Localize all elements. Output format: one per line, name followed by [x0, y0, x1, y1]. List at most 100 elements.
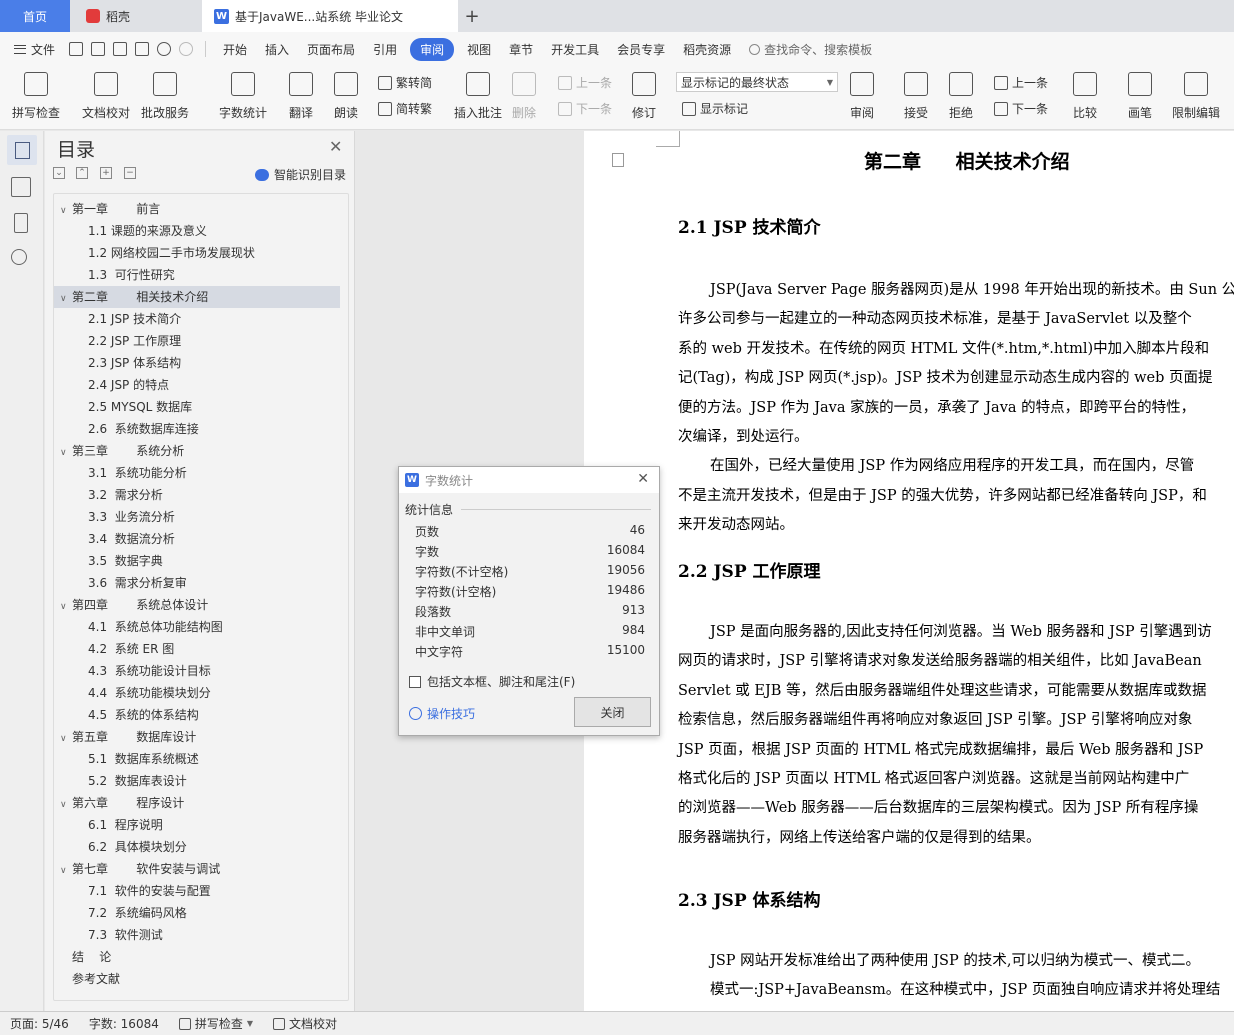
tab-document[interactable]: W 基于JavaWE...站系统 毕业论文 [202, 0, 458, 32]
toc-item[interactable]: 3.3 业务流分析 [88, 506, 175, 528]
chevron-down-icon[interactable]: ∨ [60, 442, 72, 464]
print-icon[interactable] [113, 42, 128, 56]
trad-to-simp-button[interactable]: 繁转简 [378, 74, 432, 91]
chevron-down-icon[interactable]: ∨ [60, 288, 72, 310]
read-aloud-button[interactable]: 朗读 [334, 68, 358, 121]
toc-item[interactable]: 3.5 数据字典 [88, 550, 163, 572]
save-icon[interactable] [69, 42, 84, 56]
pen-button[interactable]: 画笔 [1128, 68, 1152, 121]
toc-item[interactable]: 7.1 软件的安装与配置 [88, 880, 211, 902]
export-pdf-icon[interactable] [91, 42, 106, 56]
toc-item[interactable]: 2.1 JSP 技术简介 [88, 308, 181, 330]
menu-dev-tools[interactable]: 开发工具 [542, 41, 608, 58]
toc-item[interactable]: 4.1 系统总体功能结构图 [88, 616, 223, 638]
prev-comment-button[interactable]: 上一条 [558, 74, 612, 91]
compare-button[interactable]: 比较 [1073, 68, 1097, 121]
toc-item[interactable]: 2.2 JSP 工作原理 [88, 330, 181, 352]
include-textbox-checkbox[interactable]: 包括文本框、脚注和尾注(F) [409, 673, 575, 690]
translate-button[interactable]: 翻译 [289, 68, 313, 121]
chevron-down-icon[interactable]: ∨ [60, 728, 72, 750]
menu-insert[interactable]: 插入 [256, 41, 298, 58]
menu-daoke-resources[interactable]: 稻壳资源 [674, 41, 740, 58]
delete-comment-button[interactable]: 删除 [512, 68, 536, 121]
toc-item[interactable]: 1.3 可行性研究 [88, 264, 175, 286]
tab-daoke[interactable]: 稻壳 [72, 0, 200, 32]
expand-up-icon[interactable]: ⌃ [76, 167, 88, 179]
toc-item[interactable]: ∨ 第五章 数据库设计 [60, 726, 196, 748]
tips-link[interactable]: 操作技巧 [409, 705, 475, 722]
revise-button[interactable]: 修订 [632, 68, 656, 121]
menu-review[interactable]: 审阅 [410, 37, 455, 61]
redo-icon[interactable] [179, 42, 194, 56]
menu-member[interactable]: 会员专享 [608, 41, 674, 58]
tab-home[interactable]: 首页 [0, 0, 70, 32]
chevron-down-icon[interactable]: ∨ [60, 200, 72, 222]
page-indicator[interactable]: 页面: 5/46 [0, 1015, 79, 1032]
toc-item[interactable]: 7.3 软件测试 [88, 924, 163, 946]
annotate-service-button[interactable]: 批改服务 [141, 68, 189, 121]
menu-page-layout[interactable]: 页面布局 [298, 41, 364, 58]
close-button[interactable]: 关闭 [574, 697, 651, 727]
toc-item[interactable]: 5.2 数据库表设计 [88, 770, 187, 792]
search-icon[interactable] [11, 249, 27, 265]
toc-item[interactable]: 4.5 系统的体系结构 [88, 704, 199, 726]
markup-state-select[interactable]: 显示标记的最终状态 ▼ [676, 72, 838, 92]
collapse-all-icon[interactable]: ⌄ [53, 167, 65, 179]
toc-item[interactable]: 6.1 程序说明 [88, 814, 163, 836]
document-page[interactable]: 第二章 相关技术介绍 2.1 JSP 技术简介 JSP(Java Server … [584, 131, 1234, 1011]
new-tab-button[interactable]: + [462, 0, 482, 32]
chevron-down-icon[interactable]: ∨ [60, 596, 72, 618]
toc-item[interactable]: 5.1 数据库系统概述 [88, 748, 199, 770]
toc-item[interactable]: 4.3 系统功能设计目标 [88, 660, 211, 682]
paragraph-options-icon[interactable] [612, 153, 624, 167]
toc-item[interactable]: 1.2 网络校园二手市场发展现状 [88, 242, 255, 264]
toc-item[interactable]: 1.1 课题的来源及意义 [88, 220, 207, 242]
doccheck-status[interactable]: 文档校对 [263, 1015, 347, 1032]
preview-icon[interactable] [135, 42, 150, 56]
toc-item[interactable]: ∨ 第四章 系统总体设计 [60, 594, 208, 616]
show-markup-button[interactable]: 显示标记 [682, 100, 748, 117]
toc-item[interactable]: 3.4 数据流分析 [88, 528, 175, 550]
word-count-indicator[interactable]: 字数: 16084 [79, 1015, 169, 1032]
menu-reference[interactable]: 引用 [364, 41, 406, 58]
toc-item[interactable]: 2.5 MYSQL 数据库 [88, 396, 192, 418]
chevron-down-icon[interactable]: ∨ [60, 794, 72, 816]
toc-item[interactable]: 4.2 系统 ER 图 [88, 638, 174, 660]
toc-item[interactable]: 2.3 JSP 体系结构 [88, 352, 181, 374]
bookmark-icon[interactable] [14, 213, 28, 233]
doccheck-button[interactable]: 文档校对 [82, 68, 130, 121]
chevron-down-icon[interactable]: ∨ [60, 860, 72, 882]
close-icon[interactable]: ✕ [329, 137, 342, 156]
nav-pane-icon[interactable] [11, 177, 31, 197]
toc-item[interactable]: 3.1 系统功能分析 [88, 462, 187, 484]
accept-button[interactable]: 接受 [904, 68, 928, 121]
smart-toc-button[interactable]: 智能识别目录 [255, 166, 346, 183]
toc-item[interactable]: 2.4 JSP 的特点 [88, 374, 169, 396]
toc-panel-icon[interactable] [7, 135, 37, 165]
toc-item[interactable]: 4.4 系统功能模块划分 [88, 682, 211, 704]
next-change-button[interactable]: 下一条 [994, 100, 1048, 117]
wordcount-button[interactable]: 字数统计 [219, 68, 267, 121]
reject-button[interactable]: 拒绝 [949, 68, 973, 121]
menu-view[interactable]: 视图 [458, 41, 500, 58]
toc-item[interactable]: 2.6 系统数据库连接 [88, 418, 199, 440]
toc-item[interactable]: ∨ 第七章 软件安装与调试 [60, 858, 220, 880]
toc-item[interactable]: 3.6 需求分析复审 [88, 572, 187, 594]
restrict-edit-button[interactable]: 限制编辑 [1172, 68, 1220, 121]
toc-item[interactable]: 7.2 系统编码风格 [88, 902, 187, 924]
next-comment-button[interactable]: 下一条 [558, 100, 612, 117]
review-pane-button[interactable]: 审阅 [850, 68, 874, 121]
insert-comment-button[interactable]: 插入批注 [454, 68, 502, 121]
toc-item[interactable]: 3.2 需求分析 [88, 484, 163, 506]
toc-item[interactable]: 结 论 [72, 946, 111, 968]
prev-change-button[interactable]: 上一条 [994, 74, 1048, 91]
menu-start[interactable]: 开始 [214, 41, 256, 58]
toc-item[interactable]: 参考文献 [72, 968, 120, 990]
spellcheck-button[interactable]: 拼写检查 [12, 68, 60, 121]
add-heading-icon[interactable]: + [100, 167, 112, 179]
toc-item[interactable]: ∨ 第六章 程序设计 [60, 792, 184, 814]
command-search[interactable]: 查找命令、搜索模板 [740, 41, 881, 58]
toc-item[interactable]: ∨ 第二章 相关技术介绍 [54, 286, 340, 308]
remove-heading-icon[interactable]: − [124, 167, 136, 179]
simp-to-trad-button[interactable]: 简转繁 [378, 100, 432, 117]
